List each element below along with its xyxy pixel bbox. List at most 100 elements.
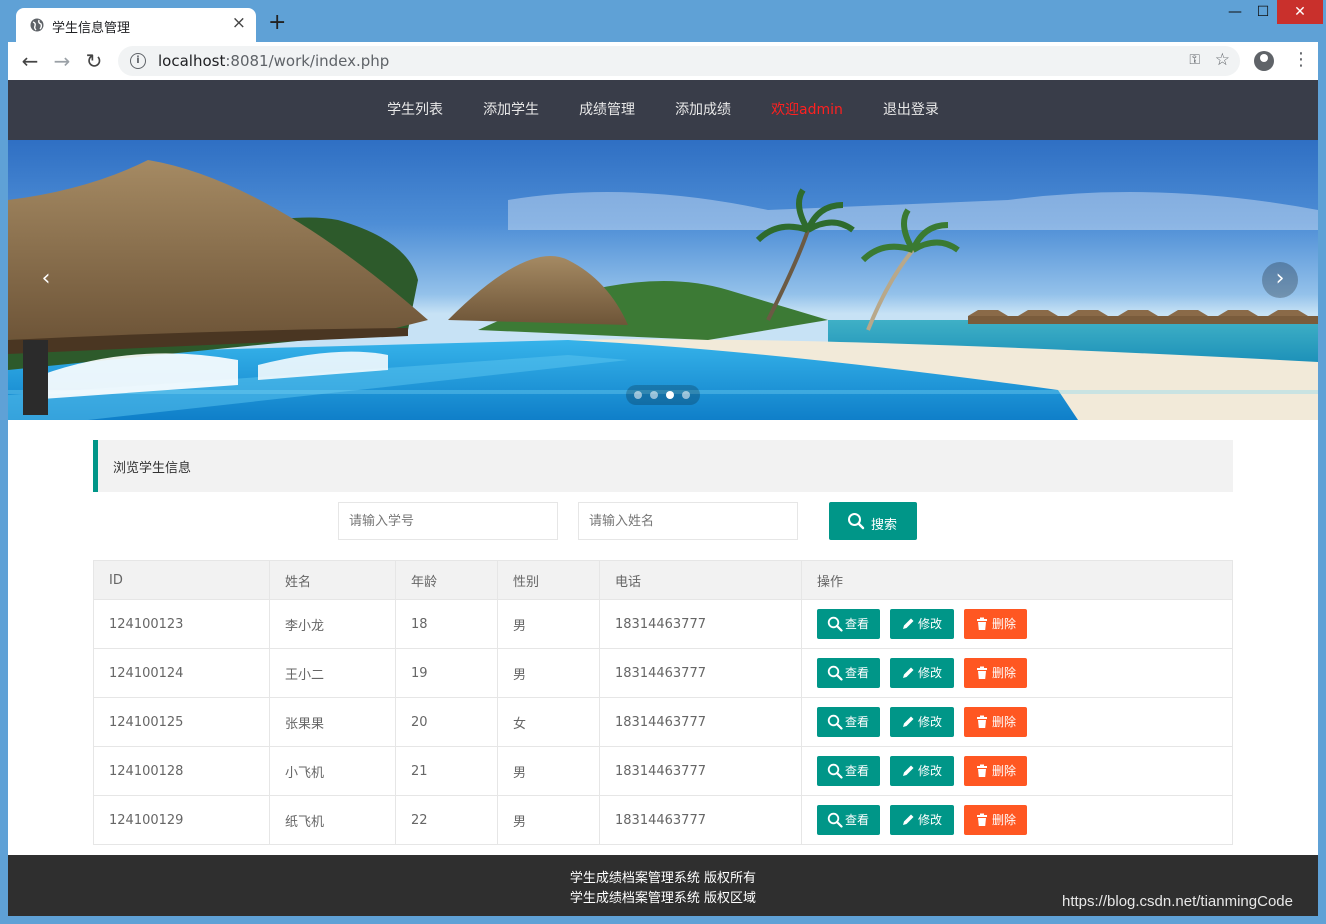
footer-line-1: 学生成绩档案管理系统 版权所有: [569, 871, 757, 886]
profile-icon[interactable]: [1254, 51, 1274, 71]
view-label: 查看: [845, 715, 870, 729]
delete-label: 删除: [992, 617, 1017, 631]
table-row: 124100124 王小二 19 男 18314463777 查看 修改 删除: [93, 648, 1233, 698]
carousel-dot[interactable]: [682, 391, 690, 399]
key-icon[interactable]: ⚿: [1189, 52, 1200, 68]
cell-actions: 查看 修改 删除: [801, 795, 1233, 845]
carousel-dot[interactable]: [650, 391, 658, 399]
view-button[interactable]: 查看: [817, 609, 880, 639]
url-host: localhost: [158, 52, 226, 70]
cell-id: 124100123: [93, 599, 270, 649]
cell-sex: 女: [497, 697, 600, 747]
cell-phone: 18314463777: [599, 648, 802, 698]
watermark-text: https://blog.csdn.net/tianmingCode: [1062, 893, 1293, 910]
title-bar: 学生信息管理 × + — ☐ ✕: [0, 0, 1326, 42]
cell-name: 小飞机: [269, 746, 396, 796]
edit-button[interactable]: 修改: [890, 805, 954, 835]
delete-button[interactable]: 删除: [964, 658, 1027, 688]
banner-image: [8, 160, 1318, 420]
cell-name: 张果果: [269, 697, 396, 747]
nav-item-add-student[interactable]: 添加学生: [483, 80, 539, 140]
search-icon: [848, 513, 865, 530]
search-icon: [827, 763, 843, 779]
cell-age: 20: [395, 697, 498, 747]
delete-button[interactable]: 删除: [964, 756, 1027, 786]
nav-item-score-manage[interactable]: 成绩管理: [579, 80, 635, 140]
delete-button[interactable]: 删除: [964, 609, 1027, 639]
minimize-icon[interactable]: —: [1222, 0, 1248, 24]
forward-icon[interactable]: →: [50, 49, 74, 73]
cell-actions: 查看 修改 删除: [801, 697, 1233, 747]
cell-sex: 男: [497, 746, 600, 796]
back-icon[interactable]: ←: [18, 49, 42, 73]
view-button[interactable]: 查看: [817, 805, 880, 835]
maximize-icon[interactable]: ☐: [1250, 0, 1276, 24]
url-text[interactable]: localhost:8081/work/index.php: [158, 52, 389, 70]
menu-icon[interactable]: ⋮: [1292, 48, 1310, 72]
nav-item-add-score[interactable]: 添加成绩: [675, 80, 731, 140]
cell-age: 18: [395, 599, 498, 649]
reload-icon[interactable]: ↻: [82, 49, 106, 73]
carousel-dot[interactable]: [634, 391, 642, 399]
view-button[interactable]: 查看: [817, 658, 880, 688]
pencil-icon: [903, 667, 914, 678]
edit-button[interactable]: 修改: [890, 658, 954, 688]
star-icon[interactable]: ☆: [1215, 50, 1230, 70]
carousel-next-icon[interactable]: ›: [1262, 262, 1298, 298]
nav-welcome[interactable]: 欢迎admin: [771, 80, 843, 140]
carousel-prev-icon[interactable]: ‹: [28, 262, 64, 298]
cell-sex: 男: [497, 648, 600, 698]
window-close-icon[interactable]: ✕: [1277, 0, 1323, 24]
cell-phone: 18314463777: [599, 795, 802, 845]
tab-title: 学生信息管理: [52, 21, 131, 36]
trash-icon: [977, 666, 987, 679]
pencil-icon: [903, 814, 914, 825]
browser-tab[interactable]: 学生信息管理 ×: [16, 8, 256, 42]
carousel-dot[interactable]: [666, 391, 674, 399]
edit-label: 修改: [918, 715, 943, 729]
edit-button[interactable]: 修改: [890, 756, 954, 786]
table-row: 124100125 张果果 20 女 18314463777 查看 修改 删除: [93, 697, 1233, 747]
table-row: 124100129 纸飞机 22 男 18314463777 查看 修改 删除: [93, 795, 1233, 845]
cell-sex: 男: [497, 795, 600, 845]
view-button[interactable]: 查看: [817, 756, 880, 786]
delete-label: 删除: [992, 764, 1017, 778]
nav-logout[interactable]: 退出登录: [883, 80, 939, 140]
col-sex: 性别: [497, 560, 600, 600]
view-button[interactable]: 查看: [817, 707, 880, 737]
search-button[interactable]: 搜索: [829, 502, 917, 540]
delete-button[interactable]: 删除: [964, 805, 1027, 835]
address-bar[interactable]: i localhost:8081/work/index.php ⚿ ☆: [118, 46, 1240, 76]
top-nav: 学生列表 添加学生 成绩管理 添加成绩 欢迎admin 退出登录: [8, 80, 1318, 140]
view-label: 查看: [845, 813, 870, 827]
cell-name: 纸飞机: [269, 795, 396, 845]
edit-button[interactable]: 修改: [890, 707, 954, 737]
cell-id: 124100124: [93, 648, 270, 698]
cell-actions: 查看 修改 删除: [801, 648, 1233, 698]
edit-button[interactable]: 修改: [890, 609, 954, 639]
pencil-icon: [903, 716, 914, 727]
carousel: ‹ ›: [8, 140, 1318, 420]
delete-button[interactable]: 删除: [964, 707, 1027, 737]
col-id: ID: [93, 560, 270, 600]
edit-label: 修改: [918, 617, 943, 631]
cell-actions: 查看 修改 删除: [801, 599, 1233, 649]
table-header-row: ID 姓名 年龄 性别 电话 操作: [93, 560, 1233, 600]
student-id-input[interactable]: [338, 502, 558, 540]
nav-item-student-list[interactable]: 学生列表: [387, 80, 443, 140]
pencil-icon: [903, 618, 914, 629]
table-body: 124100123 李小龙 18 男 18314463777 查看 修改 删除 12410012…: [93, 599, 1233, 845]
student-name-input[interactable]: [578, 502, 798, 540]
col-age: 年龄: [395, 560, 498, 600]
view-label: 查看: [845, 764, 870, 778]
delete-label: 删除: [992, 813, 1017, 827]
search-icon: [827, 812, 843, 828]
plus-icon[interactable]: +: [268, 12, 286, 34]
cell-phone: 18314463777: [599, 599, 802, 649]
student-table: ID 姓名 年龄 性别 电话 操作 124100123 李小龙 18 男 1831446…: [93, 560, 1233, 845]
web-page: 学生列表 添加学生 成绩管理 添加成绩 欢迎admin 退出登录 ‹ › 浏览学…: [8, 80, 1318, 916]
cell-name: 李小龙: [269, 599, 396, 649]
cell-sex: 男: [497, 599, 600, 649]
close-icon[interactable]: ×: [232, 15, 246, 32]
info-icon[interactable]: i: [130, 53, 146, 69]
